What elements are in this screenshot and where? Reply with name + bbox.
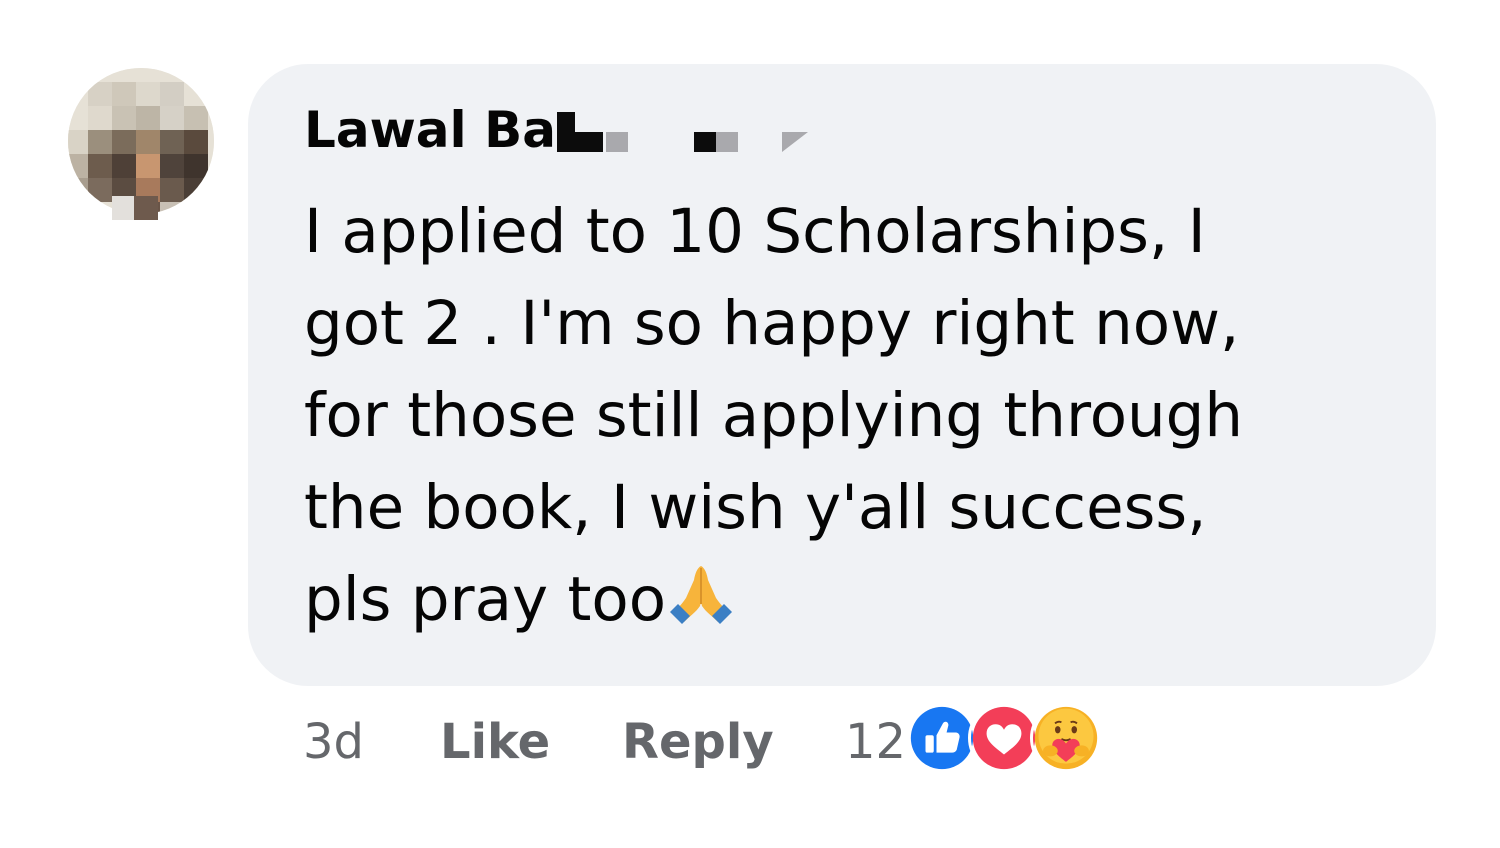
- reaction-count[interactable]: 12: [845, 712, 906, 772]
- comment-text: I applied to 10 Scholarships, I got 2 . …: [304, 186, 1394, 646]
- avatar-shadow: [112, 196, 158, 220]
- comment-author[interactable]: Lawal Ba: [304, 100, 556, 160]
- comment-line: the book, I wish y'all success,: [304, 472, 1207, 543]
- comment-line: got 2 . I'm so happy right now,: [304, 288, 1240, 359]
- comment-timestamp[interactable]: 3d: [303, 712, 364, 772]
- comment-line: I applied to 10 Scholarships, I: [304, 196, 1206, 267]
- name-redaction: [716, 132, 738, 152]
- comment-line-last: pls pray too: [304, 554, 1394, 646]
- name-redaction: [557, 112, 607, 152]
- name-redaction: [694, 132, 716, 152]
- author-name[interactable]: Lawal Ba: [304, 101, 556, 159]
- comment-line: pls pray too: [304, 564, 667, 635]
- care-icon: [1030, 702, 1102, 774]
- like-button[interactable]: Like: [440, 712, 550, 772]
- reply-button[interactable]: Reply: [622, 712, 774, 772]
- folded-hands-icon: [670, 566, 733, 624]
- reactions-summary[interactable]: [906, 700, 1106, 780]
- name-redaction: [606, 132, 628, 152]
- name-redaction: [782, 132, 808, 152]
- comment-container: Lawal Ba I applied to 10 Scholarships, I…: [0, 0, 1500, 848]
- avatar[interactable]: [68, 68, 214, 214]
- comment-line: for those still applying through: [304, 380, 1244, 451]
